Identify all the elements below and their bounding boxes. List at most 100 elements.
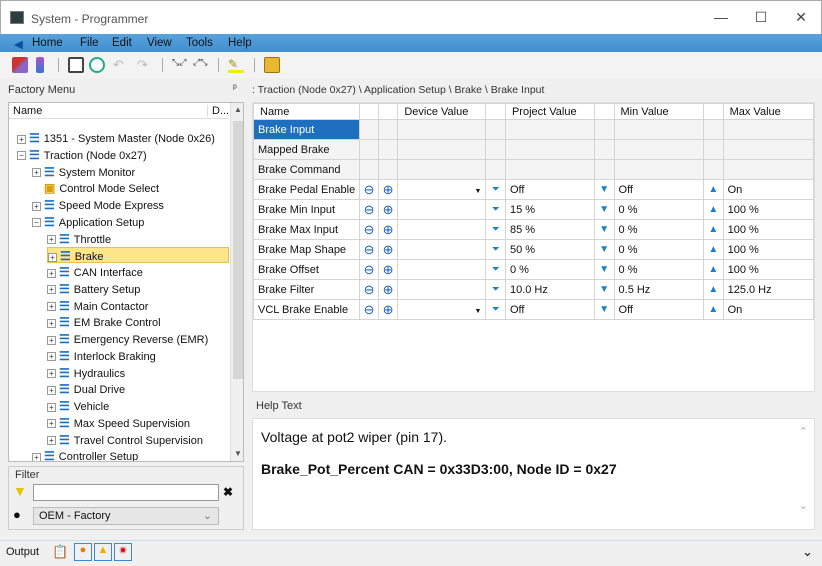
column-header[interactable] (377, 103, 399, 120)
tree-item[interactable]: − ☰ Traction (Node 0x27) (17, 147, 147, 163)
increment-icon[interactable]: ⊕ (377, 299, 399, 320)
project-value[interactable]: 50 % (504, 239, 595, 260)
tree-item[interactable]: + ☰ Main Contactor (47, 298, 148, 314)
menu-view[interactable]: View (147, 37, 172, 49)
tree-item[interactable]: + ☰ 1351 - System Master (Node 0x26) (17, 130, 215, 146)
project-value[interactable]: 0 % (504, 259, 595, 280)
device-value[interactable] (397, 239, 487, 260)
tree-item[interactable]: − ☰ Application Setup (32, 214, 144, 230)
tree-item[interactable]: + ☰ Vehicle (47, 398, 109, 414)
tree-item[interactable]: + ☰ Throttle (47, 231, 111, 247)
row-name[interactable]: Brake Map Shape (252, 239, 361, 260)
expand-toggle[interactable]: + (48, 252, 57, 262)
grid-row[interactable]: Brake Input (252, 119, 815, 140)
clear-output-icon[interactable]: 📋 (52, 544, 68, 560)
scroll-up-icon[interactable]: ⌃ (799, 425, 808, 438)
minimize-button[interactable]: — (711, 9, 731, 25)
expand-toggle[interactable]: + (47, 318, 56, 328)
expand-toggle[interactable]: + (47, 302, 56, 312)
menu-tools[interactable]: Tools (186, 37, 213, 49)
column-header[interactable]: Project Value (504, 103, 595, 120)
project-value[interactable]: 85 % (504, 219, 595, 240)
warning-filter-icon[interactable]: ▲ (94, 543, 112, 561)
expand-toggle[interactable]: + (47, 436, 56, 446)
clear-filter-button[interactable]: ✖ (223, 485, 233, 499)
default-value-icon[interactable]: ⏷ (485, 279, 506, 300)
row-name[interactable]: Brake Offset (252, 259, 361, 280)
tree-item[interactable]: + ☰ Travel Control Supervision (47, 432, 203, 448)
tree-scrollbar[interactable]: ▲ ▼ (230, 103, 243, 461)
device-value[interactable] (397, 199, 487, 220)
row-name[interactable]: Mapped Brake (252, 139, 361, 160)
decrement-icon[interactable]: ⊖ (359, 199, 379, 220)
grid-row[interactable]: Brake Map Shape ⊖ ⊕ ⏷ 50 % ▼ 0 % ▲ 100 % (252, 239, 815, 260)
column-header[interactable] (359, 103, 379, 120)
default-value-icon[interactable]: ⏷ (485, 239, 506, 260)
redo-icon[interactable]: ↷ (137, 57, 153, 73)
scroll-thumb[interactable] (233, 121, 243, 379)
row-name[interactable]: Brake Input (252, 119, 361, 140)
menu-edit[interactable]: Edit (112, 37, 132, 49)
device-value[interactable]: ▼ (397, 299, 487, 320)
increment-icon[interactable]: ⊕ (377, 179, 399, 200)
details-icon[interactable] (68, 57, 84, 73)
row-name[interactable]: Brake Command (252, 159, 361, 180)
collapse-icon[interactable]: ⤢⤡ (193, 57, 209, 73)
node-list-icon[interactable] (36, 57, 44, 73)
project-value[interactable]: Off (504, 179, 595, 200)
column-header[interactable] (485, 103, 506, 120)
project-value[interactable]: 10.0 Hz (504, 279, 595, 300)
grid-row[interactable]: Brake Command (252, 159, 815, 180)
dropdown-arrow-icon[interactable]: ▼ (474, 308, 481, 315)
row-name[interactable]: Brake Filter (252, 279, 361, 300)
grid-row[interactable]: Brake Filter ⊖ ⊕ ⏷ 10.0 Hz ▼ 0.5 Hz ▲ 12… (252, 279, 815, 300)
decrement-icon[interactable]: ⊖ (359, 239, 379, 260)
column-header[interactable]: Min Value (613, 103, 705, 120)
undo-icon[interactable]: ↶ (113, 57, 129, 73)
default-value-icon[interactable]: ⏷ (485, 199, 506, 220)
tree-item[interactable]: + ☰ Dual Drive (47, 381, 125, 397)
filter-input[interactable] (33, 484, 219, 501)
tree-item[interactable]: + ☰ Interlock Braking (47, 348, 156, 364)
increment-icon[interactable]: ⊕ (377, 279, 399, 300)
column-header[interactable]: Device Value (397, 103, 487, 120)
default-value-icon[interactable]: ⏷ (485, 299, 506, 320)
tree-item[interactable]: ▣ Control Mode Select (32, 180, 159, 196)
column-name[interactable]: Name (13, 105, 42, 117)
expand-toggle[interactable]: + (32, 452, 41, 461)
increment-icon[interactable]: ⊕ (377, 239, 399, 260)
expand-toggle[interactable]: + (47, 335, 56, 345)
grid-row[interactable]: Mapped Brake (252, 139, 815, 160)
node-tree-icon[interactable] (12, 57, 28, 73)
tree-item[interactable]: + ☰ Max Speed Supervision (47, 415, 190, 431)
tree-item[interactable]: + ☰ Speed Mode Express (32, 197, 164, 213)
row-name[interactable]: Brake Max Input (252, 219, 361, 240)
default-value-icon[interactable]: ⏷ (485, 219, 506, 240)
decrement-icon[interactable]: ⊖ (359, 279, 379, 300)
row-name[interactable]: Brake Pedal Enable (252, 179, 361, 200)
menu-file[interactable]: File (80, 37, 99, 49)
device-value[interactable] (397, 279, 487, 300)
expand-toggle[interactable]: − (17, 151, 26, 161)
expand-toggle[interactable]: + (47, 235, 56, 245)
menu-help[interactable]: Help (228, 37, 252, 49)
increment-icon[interactable]: ⊕ (377, 199, 399, 220)
tree-item[interactable]: + ☰ Emergency Reverse (EMR) (47, 331, 208, 347)
grid-row[interactable]: Brake Pedal Enable ⊖ ⊕ ▼ ⏷ Off ▼ Off ▲ O… (252, 179, 815, 200)
default-value-icon[interactable]: ⏷ (485, 259, 506, 280)
info-filter-icon[interactable]: ● (74, 543, 92, 561)
gauge-icon[interactable] (89, 57, 105, 73)
decrement-icon[interactable]: ⊖ (359, 179, 379, 200)
expand-toggle[interactable]: + (47, 285, 56, 295)
expand-toggle[interactable]: + (47, 419, 56, 429)
close-button[interactable]: ✕ (791, 9, 811, 26)
scroll-down-icon[interactable]: ⌄ (799, 499, 808, 512)
device-value[interactable]: ▼ (397, 179, 487, 200)
expand-toggle[interactable]: − (32, 218, 41, 228)
increment-icon[interactable]: ⊕ (377, 219, 399, 240)
pin-icon[interactable]: ᵖ (233, 83, 237, 94)
decrement-icon[interactable]: ⊖ (359, 299, 379, 320)
column-header[interactable]: Name (252, 103, 361, 120)
tree-item[interactable]: + ☰ CAN Interface (47, 264, 143, 280)
row-name[interactable]: VCL Brake Enable (252, 299, 361, 320)
